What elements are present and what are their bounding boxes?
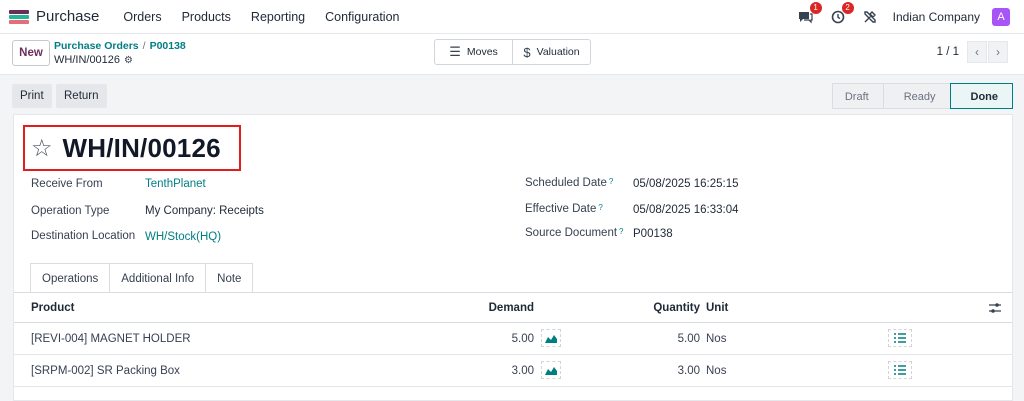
effective-date-value[interactable]: 05/08/2025 16:33:04 <box>633 204 739 216</box>
stage-pipeline: Draft Ready Done <box>831 83 1013 109</box>
top-navbar: Purchase Orders Products Reporting Confi… <box>0 0 1024 34</box>
record-name: WH/IN/00126 ⚙ <box>54 54 133 66</box>
dollar-icon: $ <box>523 44 531 60</box>
table-row[interactable]: [REVI-004] MAGNET HOLDER 5.00 5.00 Nos <box>14 323 1012 355</box>
activities-badge: 2 <box>841 1 854 14</box>
messages-badge: 1 <box>809 1 822 14</box>
operation-type-label: Operation Type <box>31 205 110 217</box>
pager: 1 / 1 ‹ › <box>937 41 1008 63</box>
main-menu: Orders Products Reporting Configuration <box>111 10 407 24</box>
print-button[interactable]: Print <box>12 84 52 108</box>
notebook-tabs: Operations Additional Info Note <box>30 263 254 293</box>
new-button[interactable]: New <box>12 40 50 66</box>
row-demand[interactable]: 3.00 <box>434 355 534 386</box>
menu-products[interactable]: Products <box>174 10 239 24</box>
control-panel: New Purchase Orders / P00138 WH/IN/00126 ⚙… <box>0 34 1024 75</box>
scheduled-date-value[interactable]: 05/08/2025 16:25:15 <box>633 178 739 190</box>
menu-configuration[interactable]: Configuration <box>317 10 407 24</box>
stage-done[interactable]: Done <box>949 83 1013 109</box>
return-button[interactable]: Return <box>56 84 107 108</box>
star-icon[interactable]: ☆ <box>31 134 53 163</box>
smart-buttons: ☰ Moves $ Valuation <box>434 39 591 65</box>
pager-value[interactable]: 1 / 1 <box>937 46 959 58</box>
chevron-right-icon[interactable]: › <box>988 41 1008 63</box>
messages-icon[interactable]: 1 <box>797 1 822 26</box>
title-highlight: ☆ WH/IN/00126 <box>23 125 241 171</box>
page-title: WH/IN/00126 <box>62 132 221 163</box>
gear-icon[interactable]: ⚙ <box>124 55 133 66</box>
form-sheet: ☆ WH/IN/00126 Receive From TenthPlanet O… <box>13 114 1013 401</box>
table-header: Product Demand Quantity Unit <box>14 292 1012 323</box>
app-logo-icon[interactable] <box>9 9 29 24</box>
activities-clock-icon[interactable]: 2 <box>829 1 854 26</box>
moves-button[interactable]: ☰ Moves <box>435 40 512 64</box>
tab-note[interactable]: Note <box>205 263 254 293</box>
breadcrumb-separator: / <box>142 40 146 52</box>
stage-ready[interactable]: Ready <box>882 83 951 109</box>
list-bars-icon: ☰ <box>449 44 461 59</box>
breadcrumb-purchase-orders[interactable]: Purchase Orders <box>54 40 139 52</box>
row-quantity[interactable]: 5.00 <box>600 323 700 354</box>
table-row[interactable]: [SRPM-002] SR Packing Box 3.00 3.00 Nos <box>14 355 1012 387</box>
valuation-label: Valuation <box>536 46 580 58</box>
destination-location-value[interactable]: WH/Stock(HQ) <box>145 231 221 243</box>
header-demand[interactable]: Demand <box>454 293 534 322</box>
header-quantity[interactable]: Quantity <box>614 293 700 322</box>
tab-additional-info[interactable]: Additional Info <box>109 263 207 293</box>
details-list-icon[interactable] <box>888 361 912 379</box>
breadcrumb: Purchase Orders / P00138 <box>54 40 186 52</box>
company-switcher[interactable]: Indian Company <box>893 10 980 24</box>
chevron-left-icon[interactable]: ‹ <box>967 41 987 63</box>
tab-operations[interactable]: Operations <box>30 263 111 293</box>
header-product[interactable]: Product <box>31 293 74 322</box>
row-quantity[interactable]: 3.00 <box>600 355 700 386</box>
operation-type-value[interactable]: My Company: Receipts <box>145 205 264 217</box>
row-demand[interactable]: 5.00 <box>434 323 534 354</box>
menu-reporting[interactable]: Reporting <box>243 10 313 24</box>
tools-icon[interactable] <box>861 8 879 26</box>
header-unit[interactable]: Unit <box>706 293 728 322</box>
valuation-button[interactable]: $ Valuation <box>512 40 590 64</box>
row-product[interactable]: [REVI-004] MAGNET HOLDER <box>31 323 191 354</box>
user-avatar[interactable]: A <box>992 7 1010 26</box>
operations-table: Product Demand Quantity Unit [REVI-004] … <box>14 292 1012 387</box>
destination-location-label: Destination Location <box>31 230 136 242</box>
menu-orders[interactable]: Orders <box>115 10 169 24</box>
moves-label: Moves <box>466 46 498 58</box>
receive-from-value[interactable]: TenthPlanet <box>145 178 206 190</box>
record-name-label: WH/IN/00126 <box>54 54 121 66</box>
column-settings-icon[interactable] <box>988 293 1002 322</box>
breadcrumb-po[interactable]: P00138 <box>150 40 186 52</box>
scheduled-date-label: Scheduled Date? <box>525 177 614 189</box>
row-unit[interactable]: Nos <box>706 355 726 386</box>
app-name[interactable]: Purchase <box>36 8 99 25</box>
source-document-label: Source Document? <box>525 227 624 239</box>
help-icon[interactable]: ? <box>609 177 613 186</box>
effective-date-label: Effective Date? <box>525 203 603 215</box>
help-icon[interactable]: ? <box>598 203 602 212</box>
receive-from-label: Receive From <box>31 178 103 190</box>
help-icon[interactable]: ? <box>619 227 623 236</box>
source-document-value[interactable]: P00138 <box>633 228 673 240</box>
forecast-chart-icon[interactable] <box>541 329 561 347</box>
row-product[interactable]: [SRPM-002] SR Packing Box <box>31 355 180 386</box>
forecast-chart-icon[interactable] <box>541 361 561 379</box>
details-list-icon[interactable] <box>888 329 912 347</box>
status-bar: Print Return Draft Ready Done <box>0 76 1024 114</box>
row-unit[interactable]: Nos <box>706 323 726 354</box>
stage-draft[interactable]: Draft <box>831 83 884 109</box>
